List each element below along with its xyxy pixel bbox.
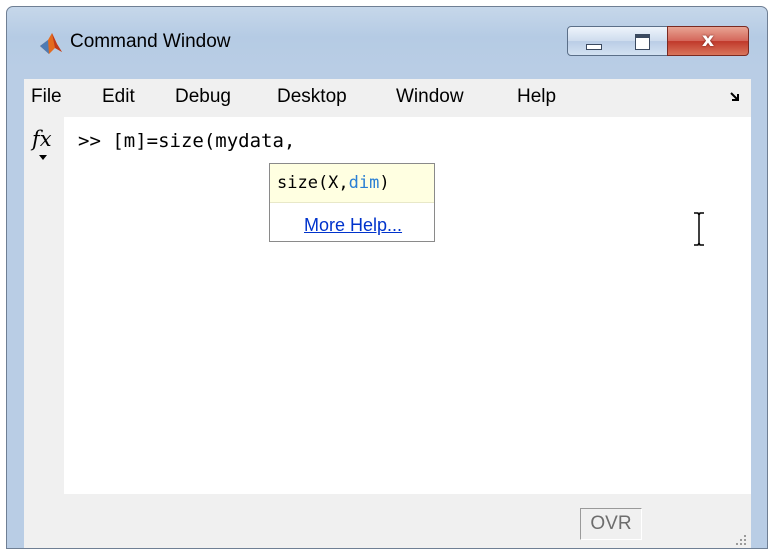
- client-area: fx >> [m]=size(mydata, size(X,dim) More …: [24, 117, 751, 548]
- menu-bar: File Edit Debug Desktop Window Help: [24, 79, 751, 117]
- resize-grip-icon[interactable]: [733, 532, 747, 546]
- signature-highlighted-arg: dim: [348, 173, 380, 193]
- command-line[interactable]: >> [m]=size(mydata,: [78, 130, 295, 152]
- maximize-icon: [635, 34, 650, 50]
- menu-edit[interactable]: Edit: [102, 86, 135, 108]
- command-editor[interactable]: >> [m]=size(mydata, size(X,dim) More Hel…: [64, 117, 751, 494]
- close-button[interactable]: x: [667, 26, 749, 56]
- menu-window[interactable]: Window: [396, 86, 464, 108]
- status-bar: OVR: [24, 494, 751, 548]
- window-title: Command Window: [70, 31, 231, 52]
- minimize-button[interactable]: [567, 26, 619, 56]
- undock-arrow-icon[interactable]: [729, 90, 743, 104]
- menu-file[interactable]: File: [31, 86, 62, 108]
- maximize-button[interactable]: [618, 26, 668, 56]
- chevron-down-icon: [39, 155, 47, 160]
- signature-function: size(X,: [277, 173, 349, 193]
- signature-closing-paren: ): [379, 173, 390, 193]
- more-help-link[interactable]: More Help...: [304, 215, 402, 236]
- command-prompt: >>: [78, 130, 101, 152]
- close-icon: x: [701, 29, 715, 51]
- function-hint-popup: size(X,dim) More Help...: [269, 163, 435, 242]
- overwrite-indicator: OVR: [580, 508, 642, 540]
- matlab-logo-icon: [40, 33, 62, 54]
- minimize-icon: [586, 44, 602, 50]
- function-browser-icon[interactable]: fx: [32, 127, 52, 151]
- text-cursor-icon: [694, 212, 704, 246]
- menu-debug[interactable]: Debug: [175, 86, 231, 108]
- command-input[interactable]: [m]=size(mydata,: [112, 130, 295, 152]
- title-bar[interactable]: Command Window x: [7, 7, 767, 78]
- function-signature: size(X,dim): [270, 164, 434, 203]
- menu-desktop[interactable]: Desktop: [277, 86, 347, 108]
- menu-help[interactable]: Help: [517, 86, 556, 108]
- command-window: Command Window x File Edit Debug Desktop…: [6, 6, 768, 549]
- function-gutter: fx: [24, 117, 64, 494]
